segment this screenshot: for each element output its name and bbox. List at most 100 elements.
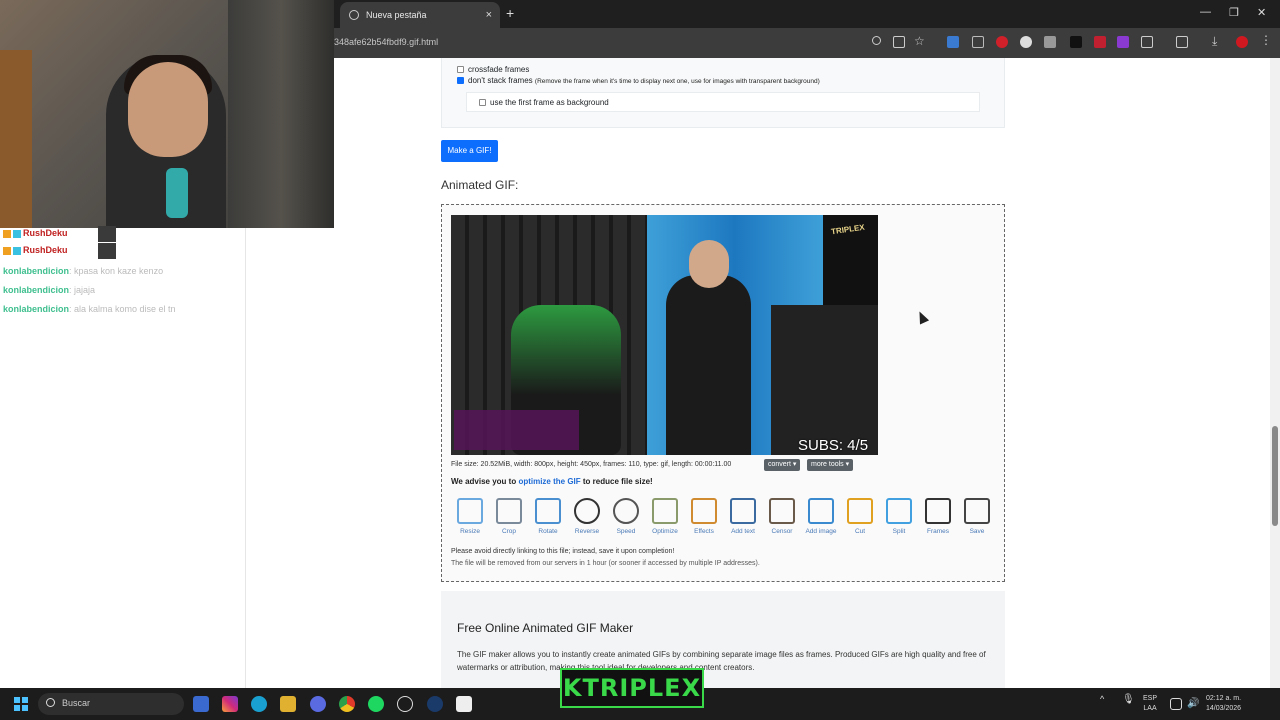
tool-save[interactable]: Save xyxy=(961,498,993,535)
advise-suffix: to reduce file size! xyxy=(580,477,653,486)
lang-bottom: LAA xyxy=(1143,705,1157,712)
install-app-icon[interactable] xyxy=(893,36,905,48)
tool-rotate[interactable]: Rotate xyxy=(532,498,564,535)
extension-icon[interactable] xyxy=(972,36,984,48)
tool-label: Add text xyxy=(731,528,755,535)
restore-icon[interactable]: ❐ xyxy=(1229,6,1239,19)
tool-split[interactable]: Split xyxy=(883,498,915,535)
tool-label: Frames xyxy=(926,528,950,535)
chat-username[interactable]: konlabendicion xyxy=(3,266,69,276)
clock[interactable]: 02:12 a. m. 14/03/2026 xyxy=(1206,694,1241,714)
extension-icon[interactable] xyxy=(1094,36,1106,48)
close-tab-icon[interactable]: × xyxy=(486,2,492,28)
profile-avatar[interactable] xyxy=(1236,36,1248,48)
extension-icon[interactable] xyxy=(1044,36,1056,48)
dancing-person-head xyxy=(689,240,729,288)
dont-stack-checkbox[interactable] xyxy=(457,77,464,85)
make-gif-button[interactable]: Make a GIF! xyxy=(441,140,498,162)
edge-icon[interactable] xyxy=(251,696,267,712)
tool-label: Reverse xyxy=(574,528,600,535)
chat-username[interactable]: konlabendicion xyxy=(3,304,69,314)
optimize-link[interactable]: optimize the GIF xyxy=(518,477,580,486)
new-tab-button[interactable]: + xyxy=(506,5,514,21)
microsoft-store-icon[interactable] xyxy=(193,696,209,712)
instagram-icon[interactable] xyxy=(222,696,238,712)
sidebar-icon[interactable] xyxy=(1176,36,1188,48)
tool-label: Rotate xyxy=(538,528,558,535)
page-scrollbar[interactable] xyxy=(1270,58,1280,688)
chat-message: RushDeku xyxy=(3,245,68,255)
app-icon[interactable] xyxy=(456,696,472,712)
removal-note: The file will be removed from our server… xyxy=(451,560,760,567)
steam-icon[interactable] xyxy=(427,696,443,712)
tool-optimize[interactable]: Optimize xyxy=(649,498,681,535)
extension-icon[interactable] xyxy=(947,36,959,48)
streamer-head xyxy=(128,62,208,157)
extension-icon[interactable] xyxy=(1070,36,1082,48)
menu-kebab-icon[interactable]: ⋮ xyxy=(1260,33,1272,47)
extension-icon[interactable] xyxy=(1020,36,1032,48)
browser-tab[interactable]: Nueva pestaña × xyxy=(340,2,500,28)
close-window-icon[interactable]: ✕ xyxy=(1257,6,1266,19)
dont-stack-option[interactable]: don't stack frames (Remove the frame whe… xyxy=(457,76,820,85)
url-field[interactable]: 348afe62b54fbdf9.gif.html xyxy=(334,37,438,47)
tool-censor[interactable]: Censor xyxy=(766,498,798,535)
chevron-up-icon[interactable]: ^ xyxy=(1100,694,1104,704)
tool-crop[interactable]: Crop xyxy=(493,498,525,535)
tool-label: Split xyxy=(892,528,906,535)
extension-icon[interactable] xyxy=(1117,36,1129,48)
chat-text: : ala kalma komo dise el tn xyxy=(69,304,176,314)
optimize-icon xyxy=(652,498,678,524)
tool-add-text[interactable]: Add text xyxy=(727,498,759,535)
tool-cut[interactable]: Cut xyxy=(844,498,876,535)
network-icon[interactable] xyxy=(1170,698,1182,710)
crossfade-checkbox[interactable] xyxy=(457,66,464,74)
tool-resize[interactable]: Resize xyxy=(454,498,486,535)
crossfade-option[interactable]: crossfade frames xyxy=(457,65,529,74)
minimize-icon[interactable]: — xyxy=(1200,6,1211,18)
tool-label: Cut xyxy=(854,528,866,535)
zoom-icon[interactable] xyxy=(872,36,881,45)
scrollbar-thumb[interactable] xyxy=(1272,426,1278,526)
app-icon[interactable] xyxy=(397,696,413,712)
resize-icon xyxy=(457,498,483,524)
chrome-icon[interactable] xyxy=(339,696,355,712)
chat-username[interactable]: RushDeku xyxy=(23,228,68,238)
shelf xyxy=(0,50,32,228)
gem-badge-icon xyxy=(13,246,21,255)
tool-reverse[interactable]: Reverse xyxy=(571,498,603,535)
extension-icon[interactable] xyxy=(996,36,1008,48)
reverse-icon xyxy=(574,498,600,524)
section-title: Free Online Animated GIF Maker xyxy=(457,621,634,635)
first-frame-checkbox[interactable] xyxy=(479,99,486,107)
chat-username[interactable]: konlabendicion xyxy=(3,285,69,295)
more-tools-dropdown[interactable]: more tools ▾ xyxy=(807,459,854,471)
tool-effects[interactable]: Effects xyxy=(688,498,720,535)
download-icon[interactable]: ⤓ xyxy=(1212,34,1224,48)
tool-frames[interactable]: Frames xyxy=(922,498,954,535)
first-frame-option[interactable]: use the first frame as background xyxy=(466,92,980,112)
tool-label: Resize xyxy=(460,528,480,535)
language-indicator[interactable]: ESP LAA xyxy=(1143,694,1157,714)
microphone-icon[interactable]: 🎙 xyxy=(1122,694,1135,705)
tool-add-image[interactable]: Add image xyxy=(805,498,837,535)
bookmark-star-icon[interactable]: ☆ xyxy=(914,34,926,48)
tool-label: Censor xyxy=(771,528,793,535)
extensions-puzzle-icon[interactable] xyxy=(1141,36,1153,48)
clock-date: 14/03/2026 xyxy=(1206,705,1242,712)
file-explorer-icon[interactable] xyxy=(280,696,296,712)
tool-label: Effects xyxy=(694,528,714,535)
windows-start-icon[interactable] xyxy=(14,697,28,711)
spotify-icon[interactable] xyxy=(368,696,384,712)
convert-dropdown[interactable]: convert ▾ xyxy=(764,459,801,471)
curtain xyxy=(228,0,334,228)
volume-icon[interactable]: 🔊 xyxy=(1187,698,1199,710)
tool-speed[interactable]: Speed xyxy=(610,498,642,535)
taskbar-search[interactable]: Buscar xyxy=(38,693,184,715)
censor-icon xyxy=(769,498,795,524)
chat-username[interactable]: RushDeku xyxy=(23,245,68,255)
discord-icon[interactable] xyxy=(310,696,326,712)
add-text-icon xyxy=(730,498,756,524)
rotate-icon xyxy=(535,498,561,524)
stream-overlay xyxy=(454,410,579,450)
